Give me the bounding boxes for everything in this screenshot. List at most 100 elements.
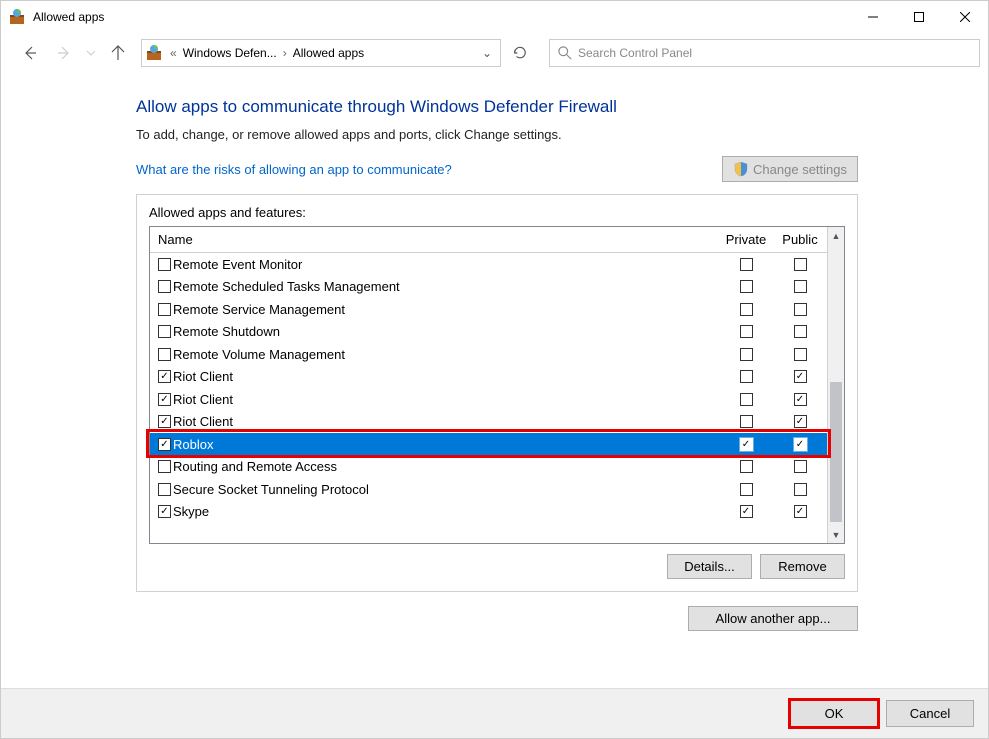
row-private-checkbox[interactable]: ✓ [740,438,753,451]
table-row[interactable]: ✓Riot Client✓ [150,366,827,389]
row-private-checkbox[interactable] [740,348,753,361]
remove-button[interactable]: Remove [760,554,845,579]
breadcrumb-prefix: « [168,46,179,60]
apps-table: Name Private Public Remote Event Monitor… [149,226,845,544]
row-public-checkbox[interactable] [794,303,807,316]
row-name: Riot Client [173,392,233,407]
row-name: Roblox [173,437,213,452]
row-private-checkbox[interactable] [740,393,753,406]
allow-another-app-button[interactable]: Allow another app... [688,606,858,631]
col-public[interactable]: Public [773,232,827,247]
maximize-button[interactable] [896,1,942,33]
table-row[interactable]: Remote Scheduled Tasks Management [150,276,827,299]
row-private-checkbox[interactable] [740,303,753,316]
page-title: Allow apps to communicate through Window… [136,97,858,117]
row-private-checkbox[interactable] [740,325,753,338]
change-settings-button[interactable]: Change settings [722,156,858,182]
row-name: Riot Client [173,369,233,384]
row-enabled-checkbox[interactable]: ✓ [158,505,171,518]
scroll-down-icon[interactable]: ▼ [828,526,844,543]
titlebar: Allowed apps [1,1,988,33]
row-private-checkbox[interactable] [740,258,753,271]
search-icon [558,46,572,60]
scroll-thumb[interactable] [830,382,842,522]
recent-dropdown[interactable] [83,38,99,68]
navbar: « Windows Defen... › Allowed apps ⌄ Sear… [1,33,988,73]
row-enabled-checkbox[interactable] [158,460,171,473]
row-public-checkbox[interactable]: ✓ [794,393,807,406]
allowed-apps-group: Allowed apps and features: Name Private … [136,194,858,592]
scrollbar[interactable]: ▲ ▼ [827,227,844,543]
table-row[interactable]: ✓Riot Client✓ [150,388,827,411]
table-row[interactable]: ✓Skype✓✓ [150,501,827,524]
row-enabled-checkbox[interactable]: ✓ [158,438,171,451]
firewall-icon [9,9,25,25]
breadcrumb[interactable]: « Windows Defen... › Allowed apps ⌄ [141,39,501,67]
table-row[interactable]: ✓Roblox✓✓ [150,433,827,456]
row-name: Remote Service Management [173,302,345,317]
row-name: Remote Shutdown [173,324,280,339]
row-enabled-checkbox[interactable]: ✓ [158,370,171,383]
row-public-checkbox[interactable]: ✓ [794,438,807,451]
table-row[interactable]: Remote Volume Management [150,343,827,366]
row-private-checkbox[interactable] [740,280,753,293]
row-private-checkbox[interactable] [740,415,753,428]
details-button[interactable]: Details... [667,554,752,579]
table-row[interactable]: Routing and Remote Access [150,456,827,479]
row-name: Remote Volume Management [173,347,345,362]
table-header: Name Private Public [150,227,827,253]
breadcrumb-part-2[interactable]: Allowed apps [289,46,368,60]
row-public-checkbox[interactable] [794,483,807,496]
row-public-checkbox[interactable]: ✓ [794,415,807,428]
ok-button[interactable]: OK [790,700,878,727]
window-title: Allowed apps [33,10,104,24]
forward-button[interactable] [49,38,79,68]
row-public-checkbox[interactable] [794,258,807,271]
row-enabled-checkbox[interactable]: ✓ [158,393,171,406]
scroll-up-icon[interactable]: ▲ [828,227,844,244]
cancel-button[interactable]: Cancel [886,700,974,727]
row-name: Remote Scheduled Tasks Management [173,279,400,294]
close-button[interactable] [942,1,988,33]
row-enabled-checkbox[interactable] [158,258,171,271]
chevron-down-icon[interactable]: ⌄ [478,46,496,60]
up-button[interactable] [103,38,133,68]
row-enabled-checkbox[interactable] [158,483,171,496]
row-public-checkbox[interactable] [794,348,807,361]
row-enabled-checkbox[interactable] [158,303,171,316]
breadcrumb-part-1[interactable]: Windows Defen... [179,46,281,60]
risks-link[interactable]: What are the risks of allowing an app to… [136,162,452,177]
row-enabled-checkbox[interactable] [158,280,171,293]
table-row[interactable]: Remote Shutdown [150,321,827,344]
page-subtitle: To add, change, or remove allowed apps a… [136,127,858,142]
row-name: Secure Socket Tunneling Protocol [173,482,369,497]
table-row[interactable]: Remote Event Monitor [150,253,827,276]
minimize-button[interactable] [850,1,896,33]
row-public-checkbox[interactable] [794,460,807,473]
row-enabled-checkbox[interactable] [158,348,171,361]
group-label: Allowed apps and features: [149,205,845,220]
search-input[interactable]: Search Control Panel [549,39,980,67]
row-enabled-checkbox[interactable] [158,325,171,338]
row-name: Routing and Remote Access [173,459,337,474]
refresh-button[interactable] [505,39,535,67]
table-row[interactable]: ✓Riot Client✓ [150,411,827,434]
row-name: Riot Client [173,414,233,429]
footer: OK Cancel [1,688,988,738]
table-row[interactable]: Remote Service Management [150,298,827,321]
row-private-checkbox[interactable] [740,370,753,383]
firewall-icon [146,45,162,61]
row-name: Skype [173,504,209,519]
row-public-checkbox[interactable]: ✓ [794,370,807,383]
row-enabled-checkbox[interactable]: ✓ [158,415,171,428]
row-public-checkbox[interactable] [794,280,807,293]
row-public-checkbox[interactable]: ✓ [794,505,807,518]
row-private-checkbox[interactable] [740,460,753,473]
col-name[interactable]: Name [150,232,719,247]
back-button[interactable] [15,38,45,68]
row-private-checkbox[interactable]: ✓ [740,505,753,518]
row-private-checkbox[interactable] [740,483,753,496]
col-private[interactable]: Private [719,232,773,247]
row-public-checkbox[interactable] [794,325,807,338]
table-row[interactable]: Secure Socket Tunneling Protocol [150,478,827,501]
